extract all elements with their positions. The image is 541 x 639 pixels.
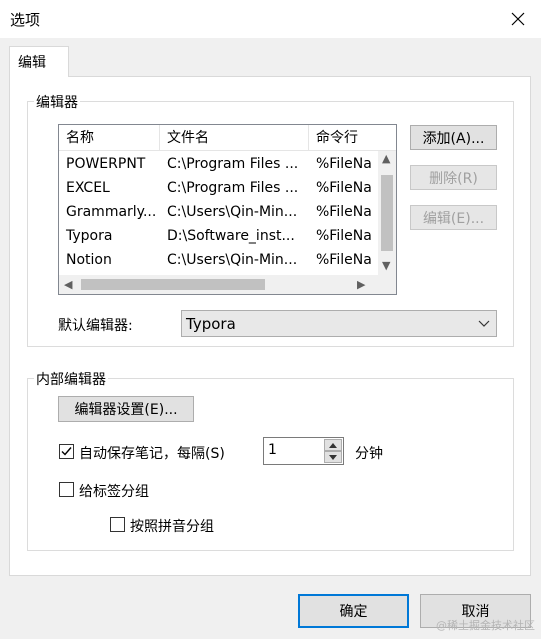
edit-button[interactable]: 编辑(E)... bbox=[410, 205, 497, 230]
internal-editor-group-legend: 内部编辑器 bbox=[34, 369, 108, 389]
editor-settings-button[interactable]: 编辑器设置(E)... bbox=[58, 396, 194, 422]
minutes-label: 分钟 bbox=[355, 446, 383, 462]
list-header: 名称 文件名 命令行 bbox=[59, 125, 396, 151]
column-header-name[interactable]: 名称 bbox=[59, 125, 160, 151]
scroll-down-icon[interactable]: ▼ bbox=[382, 259, 390, 272]
horizontal-scroll-thumb[interactable] bbox=[81, 279, 265, 290]
item-file: C:\Users\Qin-Min... bbox=[167, 204, 298, 220]
arrow-down-icon bbox=[329, 454, 337, 460]
spin-down-button[interactable] bbox=[324, 451, 342, 463]
group-by-tag-checkbox[interactable] bbox=[59, 482, 74, 497]
column-header-file[interactable]: 文件名 bbox=[160, 125, 309, 151]
title-bar: 选项 bbox=[0, 0, 541, 38]
vertical-scrollbar[interactable]: ▲ ▼ bbox=[378, 151, 396, 275]
scroll-right-icon[interactable]: ▶ bbox=[357, 278, 365, 291]
close-icon bbox=[511, 12, 525, 26]
item-name: EXCEL bbox=[66, 180, 110, 196]
checkmark-icon bbox=[61, 447, 72, 456]
list-item[interactable]: Notion C:\Users\Qin-Min... %FileNa bbox=[59, 248, 378, 272]
add-button[interactable]: 添加(A)... bbox=[410, 125, 497, 150]
vertical-scroll-thumb[interactable] bbox=[381, 175, 393, 251]
editors-group-legend: 编辑器 bbox=[34, 92, 80, 112]
column-header-cmd[interactable]: 命令行 bbox=[309, 125, 378, 151]
spin-buttons bbox=[324, 439, 342, 463]
default-editor-select[interactable]: Typora bbox=[181, 310, 497, 337]
autosave-interval-input[interactable] bbox=[268, 442, 318, 458]
spin-up-button[interactable] bbox=[324, 439, 342, 451]
default-editor-value: Typora bbox=[186, 315, 236, 333]
item-cmd: %FileNa bbox=[316, 252, 372, 268]
item-file: C:\Users\Qin-Min... bbox=[167, 252, 298, 268]
group-by-tag-label[interactable]: 给标签分组 bbox=[79, 481, 149, 501]
close-button[interactable] bbox=[495, 0, 541, 38]
delete-button[interactable]: 删除(R) bbox=[410, 165, 497, 190]
item-name: Typora bbox=[66, 228, 113, 244]
arrow-up-icon bbox=[329, 442, 337, 448]
pinyin-group-checkbox[interactable] bbox=[110, 517, 125, 532]
horizontal-scrollbar[interactable]: ◀ ▶ bbox=[59, 275, 396, 294]
window-title: 选项 bbox=[10, 11, 41, 29]
pinyin-group-label[interactable]: 按照拼音分组 bbox=[130, 516, 214, 536]
item-cmd: %FileNa bbox=[316, 204, 372, 220]
scroll-up-icon[interactable]: ▲ bbox=[382, 152, 390, 165]
ok-button[interactable]: 确定 bbox=[298, 594, 409, 628]
scroll-left-icon[interactable]: ◀ bbox=[64, 278, 72, 291]
watermark: @稀土掘金技术社区 bbox=[436, 619, 535, 632]
item-cmd: %FileNa bbox=[316, 180, 372, 196]
editors-list[interactable]: 名称 文件名 命令行 POWERPNT C:\Program Files ...… bbox=[58, 124, 397, 295]
autosave-checkbox[interactable] bbox=[59, 444, 74, 459]
list-item[interactable]: Typora D:\Software_inst... %FileNa bbox=[59, 224, 378, 248]
item-file: C:\Program Files ... bbox=[167, 180, 299, 196]
autosave-label[interactable]: 自动保存笔记，每隔(S) bbox=[79, 443, 225, 463]
item-cmd: %FileNa bbox=[316, 228, 372, 244]
item-name: Notion bbox=[66, 252, 112, 268]
list-item[interactable]: Grammarly... C:\Users\Qin-Min... %FileNa bbox=[59, 200, 378, 224]
item-file: C:\Program Files ... bbox=[167, 156, 299, 172]
tab-edit-label: 编辑 bbox=[18, 55, 46, 71]
item-cmd: %FileNa bbox=[316, 156, 372, 172]
list-item[interactable]: EXCEL C:\Program Files ... %FileNa bbox=[59, 176, 378, 200]
tab-edit[interactable]: 编辑 bbox=[9, 46, 69, 77]
autosave-interval-stepper[interactable] bbox=[263, 437, 344, 465]
chevron-down-icon bbox=[478, 320, 490, 327]
list-item[interactable]: POWERPNT C:\Program Files ... %FileNa bbox=[59, 152, 378, 176]
item-name: Grammarly... bbox=[66, 204, 157, 220]
default-editor-label: 默认编辑器: bbox=[58, 318, 133, 334]
item-name: POWERPNT bbox=[66, 156, 146, 172]
item-file: D:\Software_inst... bbox=[167, 228, 295, 244]
